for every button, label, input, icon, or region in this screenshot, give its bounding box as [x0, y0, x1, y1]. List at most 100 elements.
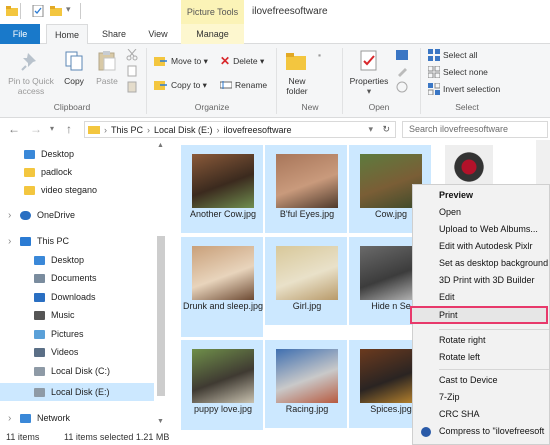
- properties-button[interactable]: Properties ▾: [346, 50, 392, 96]
- history-button[interactable]: [396, 80, 408, 94]
- tab-view[interactable]: View: [138, 24, 178, 44]
- sidebar-item-onedrive[interactable]: › OneDrive: [0, 206, 154, 224]
- sidebar-item-label: Pictures: [51, 329, 84, 339]
- address-field[interactable]: › This PC › Local Disk (E:) › ilovefrees…: [84, 121, 396, 138]
- breadcrumb-folder[interactable]: ilovefreesoftware: [224, 125, 292, 135]
- copy-to-button[interactable]: Copy to ▾: [154, 78, 207, 92]
- tab-home[interactable]: Home: [46, 24, 88, 45]
- group-new: New: [301, 102, 319, 112]
- sidebar-item-label: Desktop: [51, 255, 85, 265]
- chevron-down-icon: ▾: [366, 86, 372, 96]
- menu-item-rotate-right[interactable]: Rotate right: [439, 334, 486, 346]
- documents-icon: [34, 273, 45, 283]
- sidebar-item-videos[interactable]: Videos: [0, 343, 154, 361]
- properties-label: Properties: [349, 76, 389, 86]
- delete-icon: ✕: [220, 54, 231, 68]
- cut-button[interactable]: [126, 48, 138, 62]
- paste-shortcut-button[interactable]: [126, 80, 138, 94]
- expand-chevron-icon[interactable]: ›: [8, 210, 11, 221]
- menu-item-crc-sha[interactable]: CRC SHA: [439, 408, 480, 420]
- rename-button[interactable]: Rename: [220, 78, 267, 92]
- sidebar-item-label: OneDrive: [37, 210, 76, 220]
- invert-selection-button[interactable]: Invert selection: [428, 82, 500, 96]
- sidebar-item-label: This PC: [37, 236, 70, 246]
- navigation-pane: Desktop padlock video stegano › OneDrive › Thi…: [0, 140, 154, 430]
- file-item[interactable]: puppy love.jpg: [181, 340, 263, 432]
- select-all-button[interactable]: Select all: [428, 48, 478, 62]
- properties-qat-icon[interactable]: [32, 4, 44, 18]
- file-item[interactable]: Girl.jpg: [265, 237, 347, 325]
- file-item[interactable]: Drunk and sleep.jpg: [181, 237, 263, 337]
- sidebar-item-local-disk-c[interactable]: Local Disk (C:): [0, 362, 154, 380]
- menu-item-print[interactable]: Print: [439, 309, 458, 321]
- open-button[interactable]: [396, 48, 408, 62]
- sidebar-item-video-stegano[interactable]: video stegano: [0, 181, 154, 199]
- sidebar-item-network[interactable]: › Network: [0, 409, 154, 427]
- search-input[interactable]: Search ilovefreesoftware: [402, 121, 548, 138]
- menu-item-edit-with-autodesk-pixlr[interactable]: Edit with Autodesk Pixlr: [439, 240, 533, 252]
- select-none-button[interactable]: Select none: [428, 65, 488, 79]
- menu-item-upload-to-web-albums[interactable]: Upload to Web Albums...: [439, 223, 538, 235]
- file-name: Drunk and sleep.jpg: [182, 301, 264, 311]
- new-folder-button[interactable]: New folder: [281, 50, 313, 96]
- breadcrumb-drive[interactable]: Local Disk (E:): [154, 125, 213, 135]
- recent-dropdown-icon[interactable]: ▾: [50, 124, 54, 133]
- tab-file[interactable]: File: [0, 24, 40, 44]
- menu-item-3d-print-with-3d-builder[interactable]: 3D Print with 3D Builder: [439, 274, 535, 286]
- expand-chevron-icon[interactable]: ›: [8, 413, 11, 424]
- sidebar-item-padlock[interactable]: padlock: [0, 163, 154, 181]
- picture-tools-label: Picture Tools: [181, 0, 244, 24]
- menu-item-compress-to-ilovefreesoft[interactable]: Compress to "ilovefreesoft: [439, 425, 544, 437]
- properties-icon: [346, 50, 392, 74]
- sidebar-item-desktop[interactable]: Desktop: [0, 251, 154, 269]
- tab-manage[interactable]: Manage: [181, 24, 244, 44]
- sidebar-item-desktop[interactable]: Desktop: [0, 145, 154, 163]
- copy-button[interactable]: Copy: [60, 50, 88, 86]
- file-item[interactable]: B'ful Eyes.jpg: [265, 145, 347, 233]
- breadcrumb-this-pc[interactable]: This PC: [111, 125, 143, 135]
- back-arrow-icon[interactable]: ←: [8, 122, 20, 136]
- pin-quick-access-button[interactable]: Pin to Quick access: [4, 50, 58, 96]
- navigation-scrollbar[interactable]: ▲ ▼: [154, 140, 168, 430]
- title-bar: ▾ Picture Tools ilovefreesoftware: [0, 0, 550, 24]
- sidebar-item-music[interactable]: Music: [0, 306, 154, 324]
- menu-item-preview[interactable]: Preview: [439, 189, 473, 201]
- copy-path-button[interactable]: [126, 64, 138, 78]
- delete-button[interactable]: ✕ Delete ▾: [220, 54, 264, 68]
- copy-path-icon: [127, 65, 137, 77]
- context-menu: Preview Open Upload to Web Albums... Edit w…: [410, 184, 550, 445]
- menu-item-set-as-desktop-background[interactable]: Set as desktop background: [439, 257, 548, 269]
- up-arrow-icon[interactable]: ↑: [66, 122, 72, 136]
- sidebar-item-label: padlock: [41, 167, 73, 177]
- menu-item-edit[interactable]: Edit: [439, 291, 455, 303]
- new-item-button[interactable]: ▪: [318, 48, 321, 62]
- menu-item-open[interactable]: Open: [439, 206, 461, 218]
- sidebar-item-pictures[interactable]: Pictures: [0, 325, 154, 343]
- qat-customize-icon[interactable]: ▾: [66, 4, 78, 16]
- new-folder-qat-icon[interactable]: [50, 5, 62, 17]
- file-item[interactable]: Another Cow.jpg: [181, 145, 263, 233]
- breadcrumb-separator: ›: [216, 124, 220, 135]
- menu-item-7-zip[interactable]: 7-Zip: [439, 391, 460, 403]
- file-item-partial[interactable]: [433, 145, 503, 185]
- folder-icon: [24, 185, 35, 195]
- sidebar-item-documents[interactable]: Documents: [0, 269, 154, 287]
- paste-button[interactable]: Paste: [92, 50, 122, 86]
- menu-item-rotate-left[interactable]: Rotate left: [439, 351, 480, 363]
- sidebar-item-downloads[interactable]: Downloads: [0, 288, 154, 306]
- sidebar-item-label: Music: [51, 310, 75, 320]
- paste-shortcut-icon: [127, 81, 137, 93]
- edit-button[interactable]: [396, 64, 408, 78]
- ribbon-separator: [146, 48, 147, 114]
- expand-chevron-icon[interactable]: ›: [8, 236, 11, 247]
- move-to-button[interactable]: Move to ▾: [154, 54, 208, 68]
- forward-arrow-icon[interactable]: →: [30, 122, 42, 136]
- sidebar-item-local-disk-e[interactable]: Local Disk (E:): [0, 383, 154, 401]
- tab-share[interactable]: Share: [94, 24, 134, 44]
- sidebar-item-this-pc[interactable]: › This PC: [0, 232, 154, 250]
- desktop-icon: [34, 255, 45, 265]
- scrollbar-thumb[interactable]: [157, 236, 165, 396]
- file-item[interactable]: Racing.jpg: [265, 340, 347, 428]
- menu-item-cast-to-device[interactable]: Cast to Device: [439, 374, 498, 386]
- downloads-icon: [34, 292, 45, 302]
